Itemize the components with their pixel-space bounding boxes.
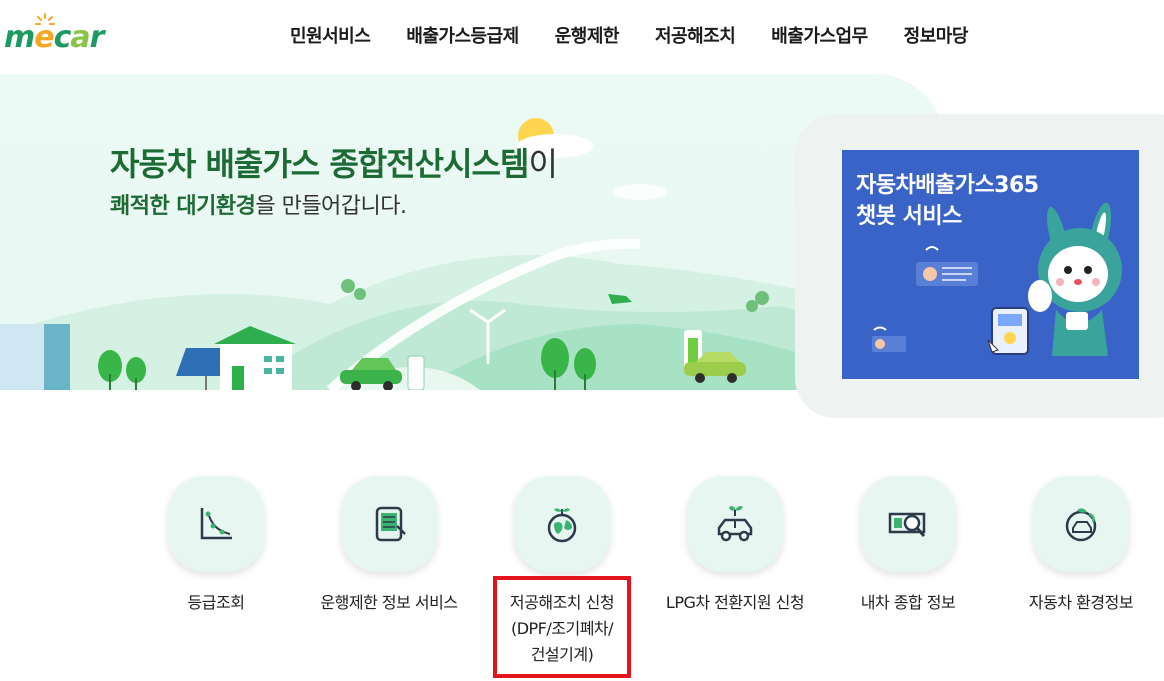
eco-recycle-icon	[1065, 508, 1097, 542]
service-lpg-conversion-circle	[687, 476, 783, 572]
hero-subtitle-emphasis: 쾌적한 대기환경	[110, 194, 256, 219]
nav-item-emission-grade[interactable]: 배출가스등급제	[388, 22, 536, 48]
nav-item-civil-service[interactable]: 민원서비스	[272, 22, 388, 48]
hero-title-suffix: 이	[528, 145, 557, 183]
header: mecar 민원서비스 배출가스등급제 운행제한 저공해조치 배출가스업무 정보…	[0, 0, 1164, 72]
service-car-environment-info[interactable]: 자동차 환경정보	[991, 476, 1164, 616]
service-my-car-info[interactable]: 내차 종합 정보	[818, 476, 998, 616]
nav-item-emission-work[interactable]: 배출가스업무	[753, 22, 885, 48]
tablet-icon	[375, 506, 406, 542]
globe-sprout-icon	[547, 508, 577, 543]
service-car-environment-circle	[1033, 476, 1129, 572]
chatbot-mascot-illustration	[872, 202, 1122, 356]
chatbot-banner[interactable]: 자동차배출가스365 챗봇 서비스	[842, 150, 1139, 379]
service-low-emission-circle	[514, 476, 610, 572]
hero-title-main: 자동차 배출가스 종합전산시스템	[110, 145, 529, 183]
service-operation-limit-circle	[341, 476, 437, 572]
car-search-icon	[888, 512, 926, 537]
nav-item-info[interactable]: 정보마당	[886, 22, 986, 48]
service-my-car-info-circle	[860, 476, 956, 572]
hero-title: 자동차 배출가스 종합전산시스템이	[110, 139, 558, 185]
service-operation-limit-label: 운행제한 정보 서비스	[320, 593, 458, 612]
service-grade-check-label: 등급조회	[187, 593, 245, 612]
service-my-car-info-label: 내차 종합 정보	[860, 593, 956, 612]
service-lpg-conversion-label: LPG차 전환지원 신청	[665, 593, 805, 612]
service-car-environment-label: 자동차 환경정보	[1028, 593, 1134, 612]
graph-icon	[200, 508, 232, 540]
mecar-logo[interactable]: mecar	[4, 12, 104, 56]
service-grade-check[interactable]: 등급조회	[126, 476, 306, 616]
logo-sun-icon	[35, 13, 55, 25]
highlight-box	[493, 576, 631, 678]
nav-item-low-emission[interactable]: 저공해조치	[637, 22, 753, 48]
service-grade-check-circle	[168, 476, 264, 572]
hero-subtitle: 쾌적한 대기환경을 만들어갑니다.	[110, 188, 407, 220]
hero-subtitle-rest: 을 만들어갑니다.	[255, 194, 407, 219]
nav-item-operation-limit[interactable]: 운행제한	[537, 22, 637, 48]
service-operation-limit-info[interactable]: 운행제한 정보 서비스	[299, 476, 479, 616]
eco-car-icon	[717, 506, 753, 542]
main-nav: 민원서비스 배출가스등급제 운행제한 저공해조치 배출가스업무 정보마당	[272, 22, 986, 48]
service-lpg-conversion-apply[interactable]: LPG차 전환지원 신청	[645, 476, 825, 616]
